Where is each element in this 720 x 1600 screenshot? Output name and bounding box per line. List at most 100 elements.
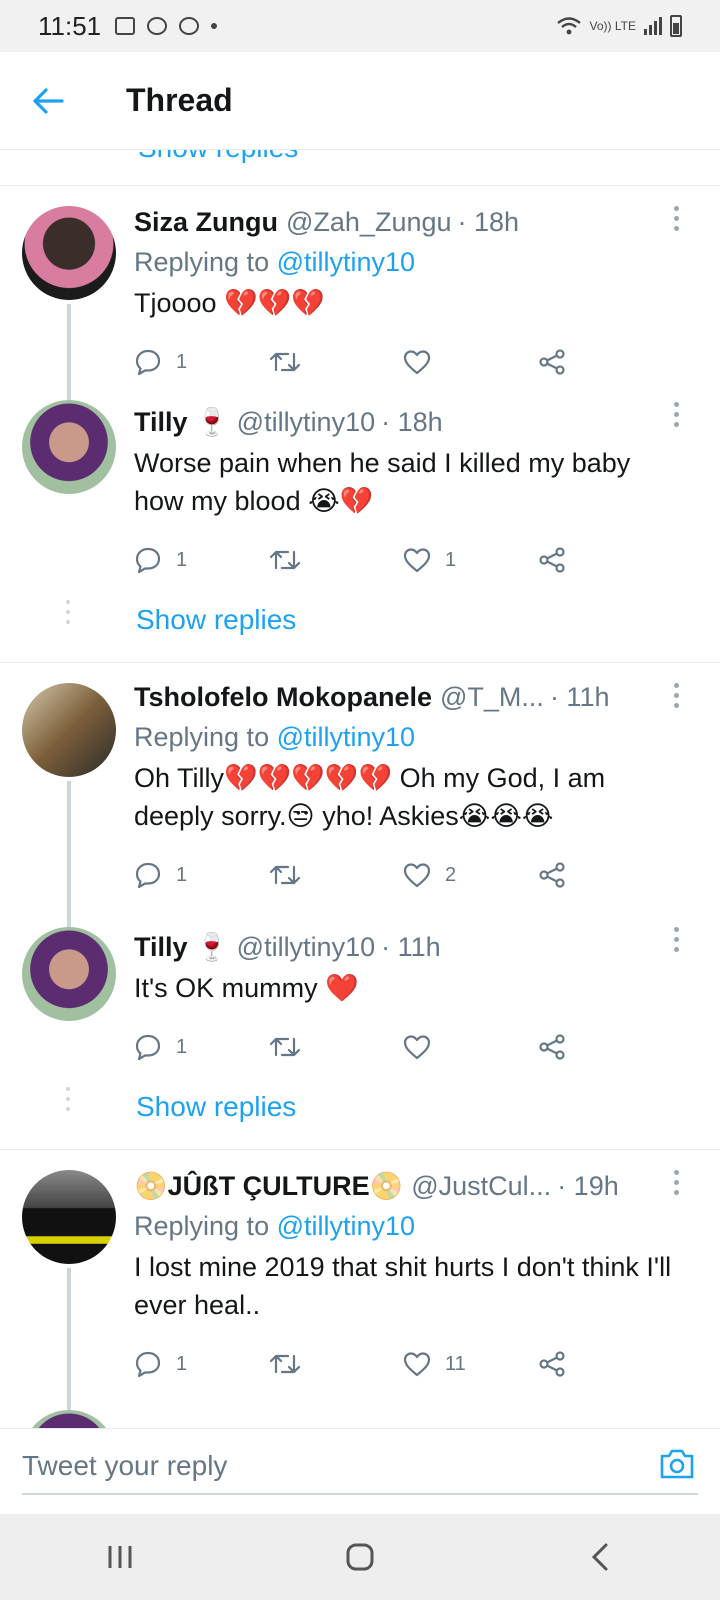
tweet-time: · 18h: [381, 407, 443, 437]
share-button[interactable]: [538, 1033, 673, 1061]
tweet-more-button[interactable]: [672, 1170, 680, 1195]
retweet-button[interactable]: [269, 1352, 404, 1376]
share-icon: [538, 1351, 565, 1377]
tweet-more-button[interactable]: [672, 683, 680, 708]
like-button[interactable]: 1: [403, 547, 538, 573]
whatsapp-icon: [147, 17, 168, 35]
avatar[interactable]: [22, 206, 116, 300]
reply-button[interactable]: 1: [134, 1350, 269, 1378]
reply-count: 1: [176, 1352, 188, 1375]
tweet-text: Tjoooo 💔💔💔: [134, 288, 325, 318]
system-back-button[interactable]: [560, 1527, 640, 1587]
system-nav-bar: [0, 1514, 720, 1600]
avatar[interactable]: [22, 1410, 116, 1428]
share-icon: [538, 349, 565, 375]
replying-to: Replying to @tillytiny10: [134, 244, 672, 280]
tweet-text: I lost mine 2019 that shit hurts I don't…: [134, 1252, 672, 1320]
replying-to-link[interactable]: @tillytiny10: [277, 247, 415, 277]
tweet-actions: 1: [134, 334, 672, 390]
display-name[interactable]: Tilly 🍷: [134, 404, 229, 440]
user-handle[interactable]: @tillytiny10: [237, 404, 375, 440]
camera-button[interactable]: [658, 1447, 696, 1486]
avatar[interactable]: [22, 683, 116, 777]
recent-apps-icon: [108, 1546, 132, 1568]
replying-to: Replying to @tillytiny10: [134, 1208, 672, 1244]
signal-icon: [644, 17, 662, 35]
like-button[interactable]: [403, 1034, 538, 1060]
tweet[interactable]: Tsholofelo Mokopanele @T_M... · 11h Repl…: [0, 663, 720, 931]
user-handle[interactable]: @Zah_Zungu: [286, 204, 452, 240]
tweet[interactable]: Tilly 🍷 @tillytiny10 · 18h Worse pain wh…: [0, 390, 720, 588]
network-label: Vo)) LTE: [589, 19, 636, 33]
avatar[interactable]: [22, 1170, 116, 1264]
tweet-actions: 1 1: [134, 532, 672, 588]
tweet-time: · 11h: [381, 932, 441, 962]
replying-to-link[interactable]: @tillytiny10: [277, 722, 415, 752]
reply-button[interactable]: 1: [134, 546, 269, 574]
conversation-group: Siza Zungu @Zah_Zungu · 18h Replying to …: [0, 186, 720, 663]
avatar[interactable]: [22, 927, 116, 1021]
user-handle[interactable]: @JustCul...: [411, 1168, 551, 1204]
tweet-time: · 19h: [557, 1171, 619, 1201]
tweet-more-button[interactable]: [672, 402, 680, 427]
like-count: 11: [445, 1352, 466, 1375]
tweet-partially-visible[interactable]: [0, 1392, 720, 1428]
tweet-header: 📀JÛßT ÇULTURE📀 @JustCul... · 19h: [134, 1168, 672, 1204]
retweet-button[interactable]: [269, 548, 404, 572]
thread-dots: [66, 600, 70, 624]
display-name[interactable]: Tilly 🍷: [134, 929, 229, 965]
tweet[interactable]: Tilly 🍷 @tillytiny10 · 11h It's OK mummy…: [0, 903, 720, 1075]
show-replies-link[interactable]: Show replies: [0, 1075, 720, 1149]
reply-button[interactable]: 1: [134, 861, 269, 889]
like-count: 1: [445, 548, 457, 571]
share-button[interactable]: [538, 861, 673, 889]
status-bar: 11:51 Vo)) LTE: [0, 0, 720, 52]
tweet-time: · 18h: [457, 207, 520, 237]
tweet-header: Tsholofelo Mokopanele @T_M... · 11h: [134, 679, 672, 715]
display-name[interactable]: Siza Zungu: [134, 204, 278, 240]
thread-scroll-area[interactable]: Show replies Siza Zungu @Zah_Zungu · 18h…: [0, 150, 720, 1428]
avatar[interactable]: [22, 400, 116, 494]
app-notification-icon: [179, 17, 200, 35]
tweet[interactable]: Siza Zungu @Zah_Zungu · 18h Replying to …: [0, 186, 720, 434]
reply-button[interactable]: 1: [134, 1033, 269, 1061]
tweet[interactable]: 📀JÛßT ÇULTURE📀 @JustCul... · 19h Replyin…: [0, 1150, 720, 1428]
retweet-icon: [269, 1037, 300, 1057]
back-button[interactable]: [0, 52, 96, 150]
show-replies-link[interactable]: Show replies: [0, 588, 720, 662]
display-name[interactable]: Tsholofelo Mokopanele: [134, 679, 432, 715]
show-replies-link[interactable]: Show replies: [138, 150, 298, 164]
display-name[interactable]: 📀JÛßT ÇULTURE📀: [134, 1168, 403, 1204]
retweet-button[interactable]: [269, 1035, 404, 1059]
replying-to-link[interactable]: @tillytiny10: [277, 1211, 415, 1241]
like-button[interactable]: 11: [403, 1351, 538, 1377]
tweet-text: Worse pain when he said I killed my baby…: [134, 448, 631, 516]
like-button[interactable]: [403, 349, 538, 375]
tweet-more-button[interactable]: [672, 927, 680, 952]
home-button[interactable]: [320, 1527, 400, 1587]
heart-icon: [403, 350, 431, 375]
share-button[interactable]: [538, 546, 673, 574]
share-button[interactable]: [538, 1350, 673, 1378]
reply-count: 1: [176, 350, 188, 373]
retweet-button[interactable]: [269, 863, 404, 887]
replying-prefix: Replying to: [134, 722, 277, 752]
replying-prefix: Replying to: [134, 1211, 277, 1241]
show-replies-label[interactable]: Show replies: [136, 1091, 296, 1122]
user-handle[interactable]: @T_M...: [440, 679, 544, 715]
tweet-reply-input[interactable]: [22, 1439, 698, 1495]
like-button[interactable]: 2: [403, 862, 538, 888]
show-replies-label[interactable]: Show replies: [136, 604, 296, 635]
tweet-more-button[interactable]: [672, 206, 680, 231]
heart-icon: [403, 1352, 431, 1377]
status-time: 11:51: [38, 10, 102, 41]
share-icon: [538, 547, 565, 573]
recent-apps-button[interactable]: [80, 1527, 160, 1587]
heart-icon: [403, 548, 431, 573]
share-button[interactable]: [538, 348, 673, 376]
user-handle[interactable]: @tillytiny10: [237, 929, 375, 965]
status-right: Vo)) LTE: [556, 15, 682, 37]
conversation-group: 📀JÛßT ÇULTURE📀 @JustCul... · 19h Replyin…: [0, 1150, 720, 1428]
reply-button[interactable]: 1: [134, 348, 269, 376]
retweet-button[interactable]: [269, 350, 404, 374]
